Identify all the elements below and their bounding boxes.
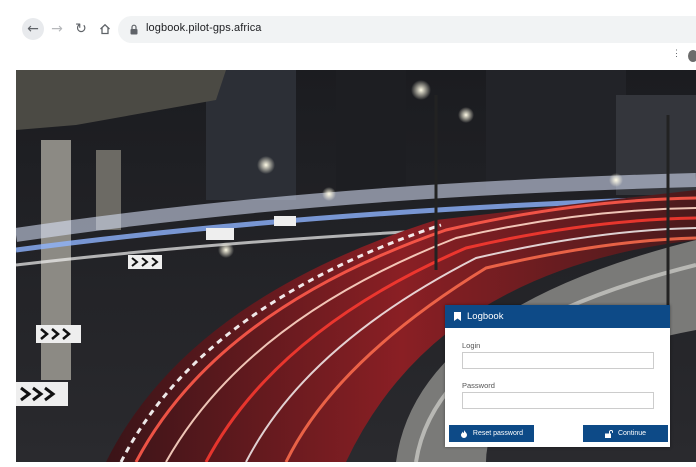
login-card-title: Logbook bbox=[467, 311, 504, 322]
flame-icon bbox=[460, 429, 467, 438]
reset-password-label: Reset password bbox=[472, 430, 524, 437]
more-menu-icon[interactable]: ⋮ bbox=[672, 49, 681, 58]
password-label: Password bbox=[462, 381, 495, 390]
lock-icon[interactable] bbox=[130, 24, 138, 35]
reload-icon[interactable]: ↻ bbox=[71, 19, 91, 39]
address-bar[interactable]: logbook.pilot-gps.africa bbox=[118, 16, 696, 43]
continue-button[interactable]: Continue bbox=[583, 425, 668, 442]
reset-password-button[interactable]: Reset password bbox=[449, 425, 534, 442]
login-card-header: Logbook bbox=[445, 305, 670, 328]
login-label: Login bbox=[462, 341, 481, 350]
back-arrow-icon[interactable]: ← bbox=[22, 18, 44, 40]
url-text[interactable]: logbook.pilot-gps.africa bbox=[146, 22, 262, 34]
forward-arrow-icon[interactable]: → bbox=[47, 19, 67, 39]
password-input[interactable] bbox=[462, 392, 654, 409]
bookmark-icon bbox=[454, 312, 461, 321]
profile-avatar[interactable] bbox=[688, 50, 696, 62]
home-icon[interactable] bbox=[95, 19, 115, 39]
login-input[interactable] bbox=[462, 352, 654, 369]
login-card: Logbook Login Password Reset password Co… bbox=[445, 305, 670, 447]
browser-toolbar: ← → ↻ logbook.pilot-gps.africa ⋮ bbox=[0, 0, 696, 62]
continue-label: Continue bbox=[617, 430, 647, 437]
unlock-icon bbox=[604, 429, 613, 438]
